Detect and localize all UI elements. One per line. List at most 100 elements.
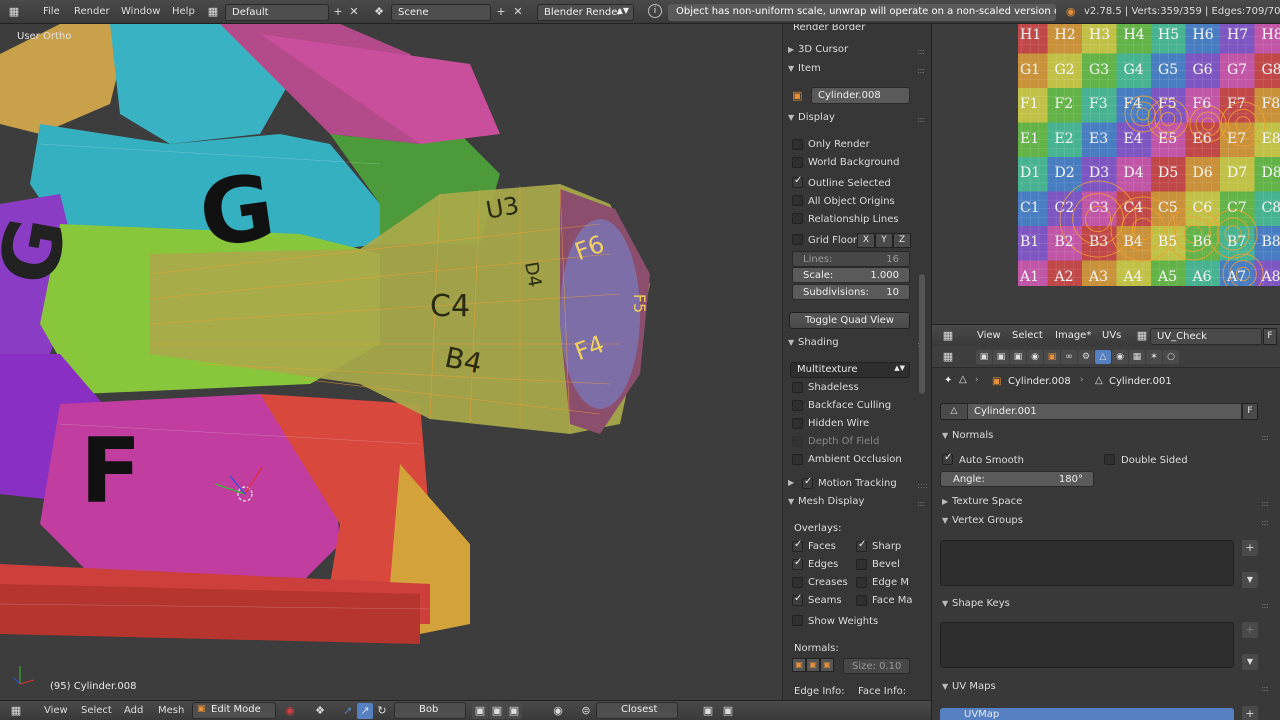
add-scene-icon[interactable]: + [493, 4, 509, 20]
outline-selected-checkbox[interactable] [792, 175, 803, 188]
sharp-checkbox[interactable] [856, 539, 867, 552]
section-3d-cursor[interactable]: ▶ 3D Cursor:::: [788, 44, 928, 61]
3d-viewport[interactable]: G G U3 C4 B4 F D4 F6 F5 F4 User Ortho (9… [0, 24, 782, 700]
menu-render[interactable]: Render [74, 6, 110, 17]
rotate-icon[interactable]: ↻ [374, 703, 390, 719]
editor-type-icon[interactable]: ▦ [940, 328, 956, 344]
image-browse-icon[interactable]: ▦ [1134, 328, 1150, 344]
toggle-quad-view-button[interactable]: Toggle Quad View [789, 312, 910, 329]
modifiers-tab-icon[interactable]: ⚙ [1078, 350, 1094, 364]
seams-checkbox[interactable] [792, 593, 803, 606]
auto-smooth-checkbox[interactable] [942, 452, 953, 465]
menu-add[interactable]: Add [124, 705, 143, 716]
edge-select-icon[interactable]: ▣ [506, 703, 522, 719]
layer-icon[interactable]: ▣ [472, 703, 488, 719]
remove-scene-icon[interactable]: ✕ [510, 4, 526, 20]
grip-icon[interactable]: :::: [1261, 499, 1269, 508]
axis-y-toggle[interactable]: Y [875, 233, 893, 248]
mesh-render[interactable] [0, 24, 782, 700]
section-mesh-display[interactable]: ▼ Mesh Display:::: [788, 496, 928, 513]
creases-checkbox[interactable] [792, 577, 803, 588]
mesh-name-field[interactable]: Cylinder.001 [967, 403, 1242, 420]
world-background-checkbox[interactable] [792, 157, 803, 168]
shadeless-checkbox[interactable] [792, 382, 803, 393]
lines-field[interactable]: Lines: 16 [792, 251, 910, 267]
grip-icon[interactable]: :::: [917, 66, 925, 75]
scene-icon[interactable]: ❖ [371, 4, 387, 20]
grip-icon[interactable]: :::: [1261, 601, 1269, 610]
proportional-edit-icon[interactable]: ◉ [550, 703, 566, 719]
section-texture-space[interactable]: ▶ Texture Space:::: [942, 496, 1272, 513]
physics-tab-icon[interactable]: ○ [1163, 350, 1179, 364]
double-sided-checkbox[interactable] [1104, 454, 1115, 465]
uv-check-image[interactable]: H1 H2 H3 H4 H5 H6 H7 H8 G1 G2 G3 G4 G5 G6 G7 G8 F1 F2 F3 F4… [1018, 24, 1280, 286]
camera-icon[interactable]: ▣ [720, 703, 736, 719]
bevel-checkbox[interactable] [856, 559, 867, 570]
image-name-field[interactable]: UV_Check [1150, 328, 1262, 345]
menu-help[interactable]: Help [172, 6, 195, 17]
render-preview-icon[interactable]: ▣ [700, 703, 716, 719]
mode-dropdown[interactable]: ▣ Edit Mode [192, 702, 276, 719]
uv-map-item[interactable]: UVMap [940, 708, 1234, 720]
manipulator-icon[interactable]: ➚ [340, 703, 356, 719]
faces-checkbox[interactable] [792, 539, 803, 552]
remove-layout-icon[interactable]: ✕ [346, 4, 362, 20]
pivot-point-icon[interactable]: ❖ [312, 703, 328, 719]
grip-icon[interactable]: :::: [917, 499, 925, 508]
mesh-browse-icon[interactable]: △ [940, 403, 968, 420]
layout-icon[interactable]: ▦ [205, 4, 221, 20]
grip-icon[interactable]: :::: [917, 47, 925, 56]
shape-keys-list[interactable] [940, 622, 1234, 668]
add-uv-map-icon[interactable]: + [1242, 706, 1258, 720]
material-tab-icon[interactable]: ◉ [1112, 350, 1128, 364]
only-render-checkbox[interactable] [792, 139, 803, 150]
section-item[interactable]: ▼ Item:::: [788, 63, 928, 80]
add-shape-key-icon[interactable]: + [1242, 622, 1258, 638]
editor-type-icon[interactable]: ▦ [8, 703, 24, 719]
render-border-row[interactable]: Render Border [788, 24, 928, 39]
axis-z-toggle[interactable]: Z [893, 233, 911, 248]
layers-tab-icon[interactable]: ▣ [993, 350, 1009, 364]
vertex-groups-list[interactable] [940, 540, 1234, 586]
area-divider[interactable] [931, 24, 932, 720]
pin-icon[interactable]: ✦ [944, 375, 952, 386]
render-tab-icon[interactable]: ▣ [976, 350, 992, 364]
particles-tab-icon[interactable]: ✶ [1146, 350, 1162, 364]
section-vertex-groups[interactable]: ▼ Vertex Groups:::: [942, 515, 1272, 532]
section-normals[interactable]: ▼ Normals:::: [942, 430, 1272, 447]
grip-icon[interactable]: :::: [1261, 518, 1269, 527]
vertex-select-icon[interactable]: ▣ [489, 703, 505, 719]
fake-user-button[interactable]: F [1263, 328, 1277, 345]
editor-type-icon[interactable]: ▦ [940, 349, 956, 365]
relationship-lines-checkbox[interactable] [792, 213, 803, 224]
data-tab-icon[interactable]: △ [1095, 350, 1111, 364]
edges-checkbox[interactable] [792, 557, 803, 570]
grid-floor-checkbox[interactable] [792, 234, 803, 245]
show-weights-checkbox[interactable] [792, 615, 803, 626]
menu-window[interactable]: Window [121, 6, 160, 17]
add-vertex-group-icon[interactable]: + [1242, 540, 1258, 556]
normal-size-field[interactable]: Size: 0.10 [843, 658, 910, 674]
edge-marks-checkbox[interactable] [856, 577, 867, 588]
scene-tab-icon[interactable]: ▣ [1010, 350, 1026, 364]
motion-tracking-checkbox[interactable] [802, 476, 813, 489]
texture-tab-icon[interactable]: ▦ [1129, 350, 1145, 364]
face-marks-checkbox[interactable] [856, 595, 867, 606]
grip-icon[interactable]: :::: [1261, 433, 1269, 442]
uv-menu-image[interactable]: Image* [1055, 330, 1091, 341]
section-uv-maps[interactable]: ▼ UV Maps:::: [942, 681, 1272, 698]
world-tab-icon[interactable]: ◉ [1027, 350, 1043, 364]
menu-select[interactable]: Select [81, 705, 112, 716]
backface-culling-checkbox[interactable] [792, 400, 803, 411]
split-normals-icon[interactable]: ▣ [806, 658, 820, 672]
item-name-field[interactable]: Cylinder.008 [811, 87, 910, 104]
uv-menu-select[interactable]: Select [1012, 330, 1043, 341]
object-tab-icon[interactable]: ▣ [1044, 350, 1060, 364]
scene-selector[interactable]: Scene [391, 4, 491, 21]
ambient-occlusion-checkbox[interactable] [792, 454, 803, 465]
shading-icon[interactable]: ◉ [282, 703, 298, 719]
uv-editor-view[interactable]: H1 H2 H3 H4 H5 H6 H7 H8 G1 G2 G3 G4 G5 G6 G7 G8 F1 F2 F3 F4… [932, 24, 1280, 324]
menu-file[interactable]: File [43, 6, 60, 17]
shading-mode-dropdown[interactable]: Multitexture ▲▼ [790, 362, 910, 378]
vertex-normals-icon[interactable]: ▣ [792, 658, 806, 672]
